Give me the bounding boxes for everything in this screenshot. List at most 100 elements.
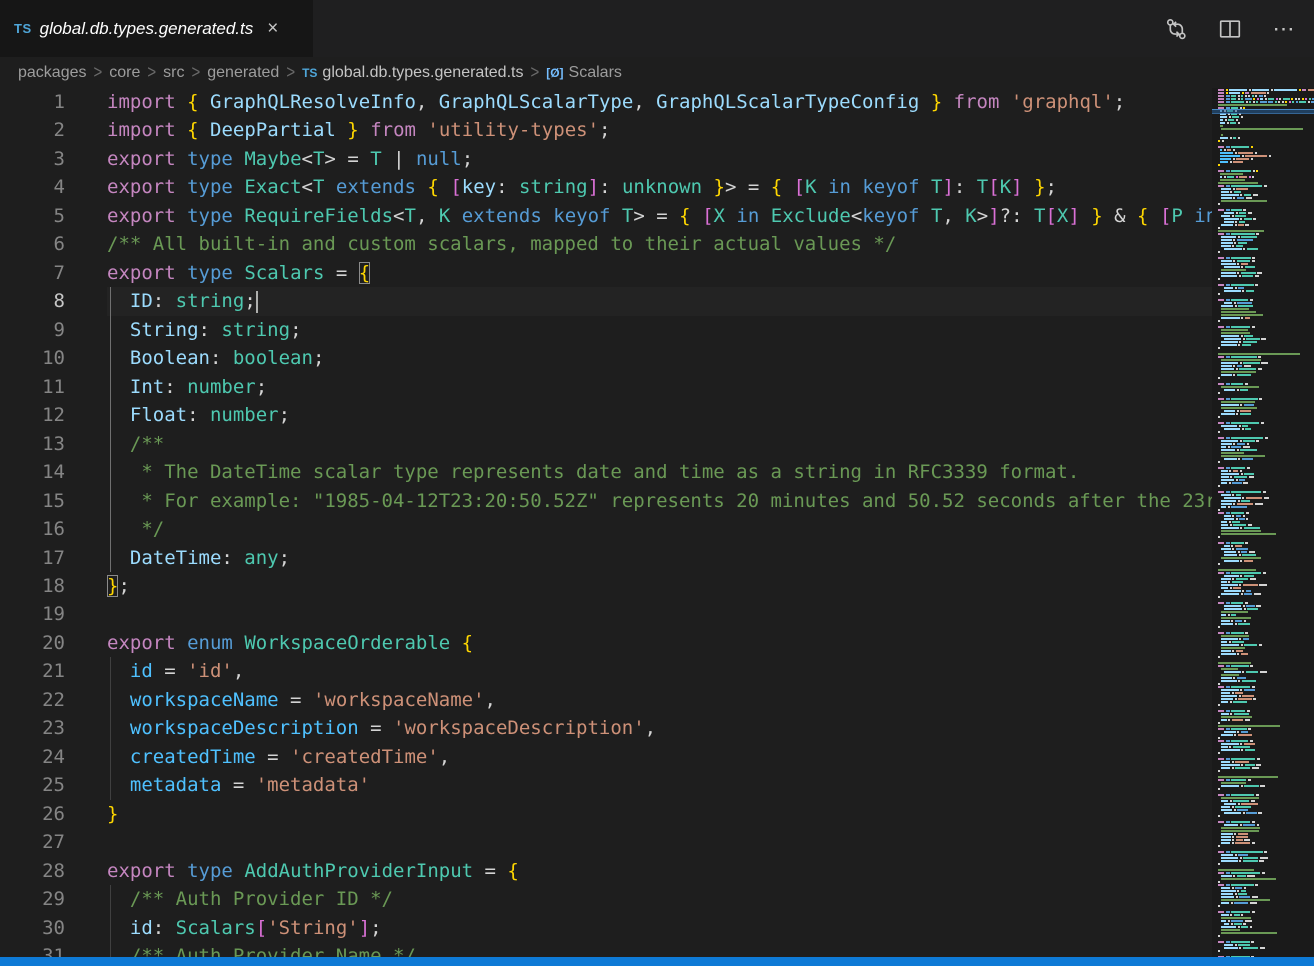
code-token: ; bbox=[1114, 91, 1125, 113]
minimap-row bbox=[1218, 437, 1312, 439]
more-actions-icon[interactable]: ⋯ bbox=[1270, 15, 1298, 43]
line-number[interactable]: 22 bbox=[0, 686, 68, 714]
code-line[interactable]: workspaceDescription = 'workspaceDescrip… bbox=[107, 714, 1212, 742]
line-number[interactable]: 28 bbox=[0, 857, 68, 885]
code-line[interactable]: String: string; bbox=[107, 316, 1212, 344]
code-token: 'graphql' bbox=[1011, 91, 1114, 113]
breadcrumb-item-generated[interactable]: generated bbox=[207, 64, 279, 82]
code-line[interactable]: /** Auth Provider ID */ bbox=[107, 885, 1212, 913]
code-line[interactable]: /** All built-in and custom scalars, map… bbox=[107, 230, 1212, 258]
line-number[interactable]: 3 bbox=[0, 145, 68, 173]
code-line[interactable]: import { DeepPartial } from 'utility-typ… bbox=[107, 116, 1212, 144]
code-editor[interactable]: 1234567891011121314151617181920212223242… bbox=[0, 88, 1314, 957]
line-number[interactable]: 1 bbox=[0, 88, 68, 116]
line-number[interactable]: 2 bbox=[0, 116, 68, 144]
breadcrumb-item-packages[interactable]: packages bbox=[18, 64, 87, 82]
minimap-row bbox=[1218, 833, 1312, 835]
line-number[interactable]: 24 bbox=[0, 743, 68, 771]
tab-global-db-types[interactable]: TS global.db.types.generated.ts × bbox=[0, 0, 313, 57]
breadcrumb-item-global-db-types-generated-ts[interactable]: TSglobal.db.types.generated.ts bbox=[302, 64, 523, 82]
line-number[interactable]: 5 bbox=[0, 202, 68, 230]
line-number[interactable]: 26 bbox=[0, 800, 68, 828]
code-line[interactable]: * For example: "1985-04-12T23:20:50.52Z"… bbox=[107, 487, 1212, 515]
code-token bbox=[107, 746, 130, 768]
minimap-row bbox=[1218, 707, 1312, 709]
code-token: ID bbox=[130, 290, 153, 312]
code-line[interactable]: workspaceName = 'workspaceName', bbox=[107, 686, 1212, 714]
code-line[interactable]: createdTime = 'createdTime', bbox=[107, 743, 1212, 771]
minimap-row bbox=[1218, 650, 1312, 652]
line-number[interactable]: 29 bbox=[0, 885, 68, 913]
minimap-row bbox=[1218, 311, 1312, 313]
line-number[interactable]: 20 bbox=[0, 629, 68, 657]
code-line[interactable]: export enum WorkspaceOrderable { bbox=[107, 629, 1212, 657]
minimap-row bbox=[1218, 416, 1312, 418]
minimap-row bbox=[1218, 830, 1312, 832]
code-area[interactable]: import { GraphQLResolveInfo, GraphQLScal… bbox=[107, 88, 1212, 957]
code-line[interactable]: export type Maybe<T> = T | null; bbox=[107, 145, 1212, 173]
code-token: string bbox=[176, 290, 245, 312]
minimap-row bbox=[1218, 227, 1312, 229]
code-line[interactable]: Int: number; bbox=[107, 373, 1212, 401]
line-number[interactable]: 9 bbox=[0, 316, 68, 344]
line-number[interactable]: 11 bbox=[0, 373, 68, 401]
code-token: ; bbox=[599, 119, 610, 141]
line-number[interactable]: 7 bbox=[0, 259, 68, 287]
code-line[interactable]: Float: number; bbox=[107, 401, 1212, 429]
code-line[interactable]: Boolean: boolean; bbox=[107, 344, 1212, 372]
line-number[interactable]: 15 bbox=[0, 487, 68, 515]
code-line[interactable] bbox=[107, 828, 1212, 856]
code-line[interactable]: ID: string; bbox=[107, 287, 1212, 315]
code-line[interactable]: metadata = 'metadata' bbox=[107, 771, 1212, 799]
open-changes-icon[interactable] bbox=[1162, 15, 1190, 43]
line-number[interactable]: 10 bbox=[0, 344, 68, 372]
code-token: { bbox=[507, 860, 518, 882]
breadcrumb-item-core[interactable]: core bbox=[109, 64, 140, 82]
code-line[interactable]: export type AddAuthProviderInput = { bbox=[107, 857, 1212, 885]
code-token: [ bbox=[702, 205, 713, 227]
line-number[interactable]: 27 bbox=[0, 828, 68, 856]
code-line[interactable]: /** Auth Provider Name */ bbox=[107, 942, 1212, 957]
minimap-row bbox=[1218, 638, 1312, 640]
code-line[interactable]: export type RequireFields<T, K extends k… bbox=[107, 202, 1212, 230]
code-line[interactable]: /** bbox=[107, 430, 1212, 458]
code-token: , bbox=[633, 91, 656, 113]
code-line[interactable]: DateTime: any; bbox=[107, 544, 1212, 572]
code-token: { bbox=[771, 176, 782, 198]
line-number[interactable]: 25 bbox=[0, 771, 68, 799]
line-number[interactable]: 12 bbox=[0, 401, 68, 429]
line-number[interactable]: 19 bbox=[0, 600, 68, 628]
line-number[interactable]: 17 bbox=[0, 544, 68, 572]
line-number[interactable]: 4 bbox=[0, 173, 68, 201]
split-editor-icon[interactable] bbox=[1216, 15, 1244, 43]
code-line[interactable]: }; bbox=[107, 572, 1212, 600]
code-token: export bbox=[107, 262, 176, 284]
breadcrumb-item-scalars[interactable]: [Ø]Scalars bbox=[546, 64, 622, 82]
line-number[interactable]: 18 bbox=[0, 572, 68, 600]
code-line[interactable] bbox=[107, 600, 1212, 628]
code-token: ; bbox=[290, 319, 301, 341]
line-number[interactable]: 30 bbox=[0, 914, 68, 942]
code-line[interactable]: } bbox=[107, 800, 1212, 828]
code-line[interactable]: export type Scalars = { bbox=[107, 259, 1212, 287]
line-number[interactable]: 31 bbox=[0, 942, 68, 957]
line-number[interactable]: 14 bbox=[0, 458, 68, 486]
line-number[interactable]: 21 bbox=[0, 657, 68, 685]
code-token: : bbox=[210, 347, 233, 369]
code-line[interactable]: id = 'id', bbox=[107, 657, 1212, 685]
code-line[interactable]: * The DateTime scalar type represents da… bbox=[107, 458, 1212, 486]
line-number[interactable]: 13 bbox=[0, 430, 68, 458]
code-line[interactable]: import { GraphQLResolveInfo, GraphQLScal… bbox=[107, 88, 1212, 116]
close-tab-icon[interactable]: × bbox=[267, 19, 278, 38]
line-number[interactable]: 16 bbox=[0, 515, 68, 543]
code-line[interactable]: id: Scalars['String']; bbox=[107, 914, 1212, 942]
line-number[interactable]: 6 bbox=[0, 230, 68, 258]
code-line[interactable]: export type Exact<T extends { [key: stri… bbox=[107, 173, 1212, 201]
minimap-row bbox=[1218, 332, 1312, 334]
breadcrumb-item-src[interactable]: src bbox=[163, 64, 184, 82]
minimap[interactable] bbox=[1212, 88, 1314, 957]
line-number[interactable]: 23 bbox=[0, 714, 68, 742]
code-token: type bbox=[187, 860, 233, 882]
code-line[interactable]: */ bbox=[107, 515, 1212, 543]
line-number[interactable]: 8 bbox=[0, 287, 68, 315]
